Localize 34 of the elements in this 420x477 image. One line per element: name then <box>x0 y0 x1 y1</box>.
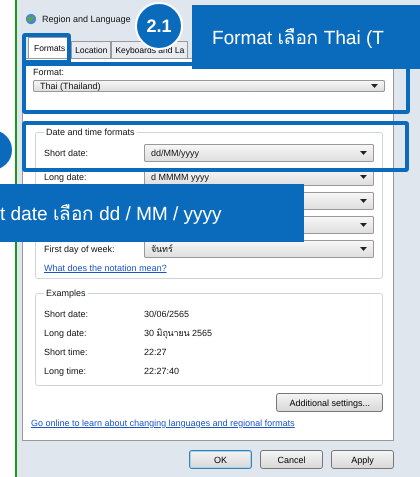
dialog-button[interactable]: OK <box>189 450 252 469</box>
tab[interactable]: Location <box>71 41 112 58</box>
field-label: Short date: <box>44 148 88 158</box>
caret-icon <box>360 223 367 227</box>
example-value: 22:27:40 <box>144 366 180 376</box>
dropdown[interactable]: dd/MM/yyyy <box>144 144 374 162</box>
dropdown[interactable]: Thai (Thailand) <box>33 80 385 92</box>
callout-tooltip: t date เลือก dd / MM / yyyy <box>0 184 304 242</box>
caret-icon <box>360 199 367 203</box>
example-label: Long time: <box>44 366 88 376</box>
group-title: Date and time formats <box>44 127 137 137</box>
example-value: 30/06/2565 <box>144 308 190 318</box>
example-label: Long date: <box>44 328 88 338</box>
dialog-button[interactable]: Cancel <box>260 450 323 469</box>
example-label: Short time: <box>44 346 89 356</box>
caret-icon <box>360 175 367 179</box>
group-title: Examples <box>44 288 88 298</box>
notation-link[interactable]: What does the notation mean? <box>44 263 167 273</box>
field-label: First day of week: <box>44 244 115 254</box>
dialog-button[interactable]: Apply <box>331 450 394 469</box>
example-value: 30 มิถุนายน 2565 <box>144 326 212 340</box>
caret-icon <box>360 151 367 155</box>
globe-icon <box>25 13 37 25</box>
caret-icon <box>371 84 378 88</box>
callout-tooltip: Format เลือก Thai (T <box>192 5 420 69</box>
dropdown[interactable]: จันทร์ <box>144 240 374 258</box>
caret-icon <box>360 247 367 251</box>
additional-settings-button[interactable]: Additional settings... <box>276 393 383 412</box>
example-value: 22:27 <box>144 346 167 356</box>
example-label: Short date: <box>44 308 90 318</box>
field-label: Long date: <box>44 172 87 182</box>
field-label: Format: <box>33 67 66 77</box>
window-title: Region and Language <box>42 14 131 24</box>
online-link[interactable]: Go online to learn about changing languages and regional formats <box>31 418 295 428</box>
